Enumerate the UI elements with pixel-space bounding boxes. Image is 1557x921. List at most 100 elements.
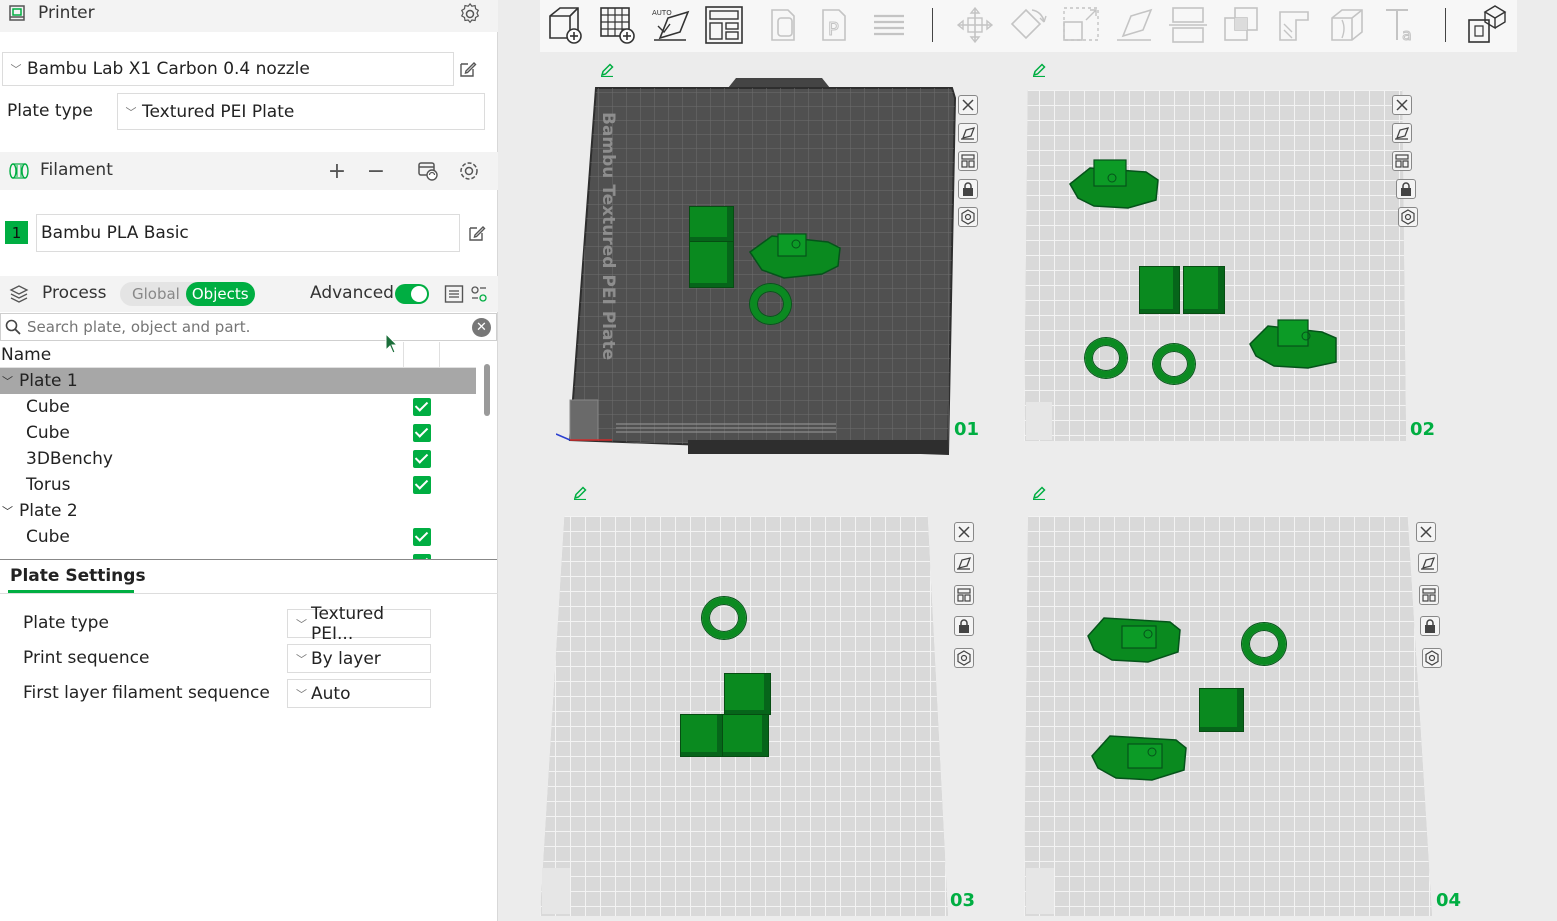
tree-name-column-header[interactable]: Name — [1, 345, 51, 365]
tree-row-object[interactable]: Cube — [0, 420, 476, 446]
cube-model[interactable] — [689, 206, 734, 242]
filament-settings-gear-icon[interactable] — [457, 159, 481, 183]
lock-plate-icon[interactable] — [1420, 616, 1440, 636]
visible-checkbox[interactable] — [413, 528, 431, 546]
orient-plate-icon[interactable] — [958, 123, 978, 143]
lay-on-face-icon[interactable] — [1113, 4, 1155, 46]
tree-row-object[interactable]: Cube — [0, 394, 476, 420]
assembly-view-icon[interactable] — [1465, 4, 1507, 46]
printer-select[interactable]: ﹀ Bambu Lab X1 Carbon 0.4 nozzle — [2, 52, 454, 86]
cut-icon[interactable] — [1167, 4, 1209, 46]
scale-icon[interactable] — [1060, 4, 1102, 46]
first-layer-sequence-select[interactable]: ﹀ Auto — [287, 679, 431, 708]
remove-plate-icon[interactable] — [958, 95, 978, 115]
remove-filament-icon[interactable]: − — [365, 159, 387, 184]
cube-model[interactable] — [724, 673, 771, 715]
cube-model[interactable] — [1199, 688, 1244, 732]
lock-plate-icon[interactable] — [1396, 179, 1416, 199]
plate-settings-icon[interactable] — [954, 648, 974, 668]
add-plate-icon[interactable] — [597, 4, 639, 46]
mode-objects-option[interactable]: Objects — [185, 282, 255, 306]
chevron-down-icon[interactable]: ﹀ — [2, 503, 13, 519]
plate-settings-icon[interactable] — [1422, 648, 1442, 668]
cube-model[interactable] — [1183, 266, 1225, 314]
tab-plate-settings[interactable]: Plate Settings — [10, 566, 146, 586]
tree-row-object[interactable]: Torus — [0, 472, 476, 498]
torus-model[interactable] — [1085, 338, 1127, 378]
tree-row-plate-2[interactable]: ﹀ Plate 2 — [0, 498, 476, 524]
mode-global-option[interactable]: Global — [126, 282, 186, 306]
cube-model[interactable] — [722, 714, 769, 757]
visible-checkbox[interactable] — [413, 450, 431, 468]
edit-plate-name-icon[interactable] — [1032, 62, 1046, 78]
visible-checkbox[interactable] — [413, 398, 431, 416]
lock-plate-icon[interactable] — [954, 616, 974, 636]
text-tool-icon[interactable]: a — [1380, 4, 1422, 46]
printer-settings-gear-icon[interactable] — [458, 2, 482, 26]
clear-search-icon[interactable]: ✕ — [472, 318, 491, 337]
split-objects-icon[interactable] — [764, 4, 806, 46]
edit-plate-name-icon[interactable] — [1032, 485, 1046, 501]
cube-model[interactable] — [1139, 266, 1180, 314]
edit-plate-name-icon[interactable] — [600, 62, 614, 78]
filament-edit-icon[interactable] — [467, 223, 487, 243]
filament-select[interactable]: Bambu PLA Basic — [36, 214, 460, 252]
list-view-icon[interactable] — [443, 283, 465, 305]
benchy-model[interactable] — [1090, 730, 1188, 782]
torus-model[interactable] — [702, 597, 746, 639]
support-painting-icon[interactable] — [1274, 4, 1316, 46]
split-parts-icon[interactable]: P — [815, 4, 857, 46]
torus-model[interactable] — [750, 284, 791, 324]
plate-settings-icon[interactable] — [1398, 207, 1418, 227]
plate-settings-icon[interactable] — [958, 207, 978, 227]
benchy-model[interactable] — [1248, 318, 1338, 370]
plate-type-select[interactable]: ﹀ Textured PEI Plate — [117, 93, 485, 130]
tree-row-object[interactable]: 3DBenchy — [0, 446, 476, 472]
torus-model[interactable] — [1242, 623, 1286, 665]
remove-plate-icon[interactable] — [1416, 522, 1436, 542]
torus-model[interactable] — [1153, 344, 1195, 384]
orient-plate-icon[interactable] — [954, 553, 974, 573]
printer-edit-icon[interactable] — [458, 59, 478, 79]
visible-checkbox[interactable] — [413, 476, 431, 494]
arrange-plate-icon[interactable] — [958, 151, 978, 171]
tree-row-plate-1[interactable]: ﹀ Plate 1 — [0, 368, 476, 394]
search-input[interactable] — [27, 318, 447, 336]
arrange-plate-icon[interactable] — [954, 585, 974, 605]
visible-checkbox[interactable] — [413, 554, 431, 559]
seam-painting-icon[interactable] — [1326, 4, 1368, 46]
cube-model[interactable] — [689, 241, 734, 288]
arrange-plate-icon[interactable] — [1419, 585, 1439, 605]
add-filament-icon[interactable]: + — [326, 159, 348, 184]
cube-model[interactable] — [680, 714, 724, 757]
ps-plate-type-select[interactable]: ﹀ Textured PEI... — [287, 604, 431, 644]
layers-icon[interactable] — [868, 4, 910, 46]
arrange-plate-icon[interactable] — [1392, 151, 1412, 171]
chevron-down-icon[interactable]: ﹀ — [2, 373, 13, 389]
move-icon[interactable] — [954, 4, 996, 46]
print-sequence-select[interactable]: ﹀ By layer — [287, 644, 431, 673]
tree-row-label: Plate 2 — [19, 501, 78, 521]
advanced-toggle-switch[interactable] — [395, 284, 429, 304]
arrange-icon[interactable] — [703, 4, 745, 46]
edit-plate-name-icon[interactable] — [573, 485, 587, 501]
process-tools-icon[interactable] — [469, 283, 489, 305]
filament-color-swatch[interactable]: 1 — [5, 221, 28, 244]
lock-plate-icon[interactable] — [958, 179, 978, 199]
benchy-model[interactable] — [1068, 156, 1160, 212]
auto-orient-icon[interactable]: AUTO — [650, 4, 692, 46]
remove-plate-icon[interactable] — [1392, 95, 1412, 115]
tree-row-object-partial[interactable] — [0, 550, 476, 559]
add-object-icon[interactable] — [544, 4, 586, 46]
remove-plate-icon[interactable] — [954, 522, 974, 542]
tree-row-object[interactable]: Cube — [0, 524, 476, 550]
mesh-boolean-icon[interactable] — [1221, 4, 1263, 46]
rotate-icon[interactable] — [1006, 4, 1048, 46]
orient-plate-icon[interactable] — [1418, 553, 1438, 573]
visible-checkbox[interactable] — [413, 424, 431, 442]
orient-plate-icon[interactable] — [1392, 123, 1412, 143]
benchy-model[interactable] — [1086, 612, 1182, 664]
sync-filament-icon[interactable] — [415, 159, 441, 183]
benchy-model[interactable] — [748, 226, 842, 280]
tree-scrollbar[interactable] — [484, 364, 490, 416]
